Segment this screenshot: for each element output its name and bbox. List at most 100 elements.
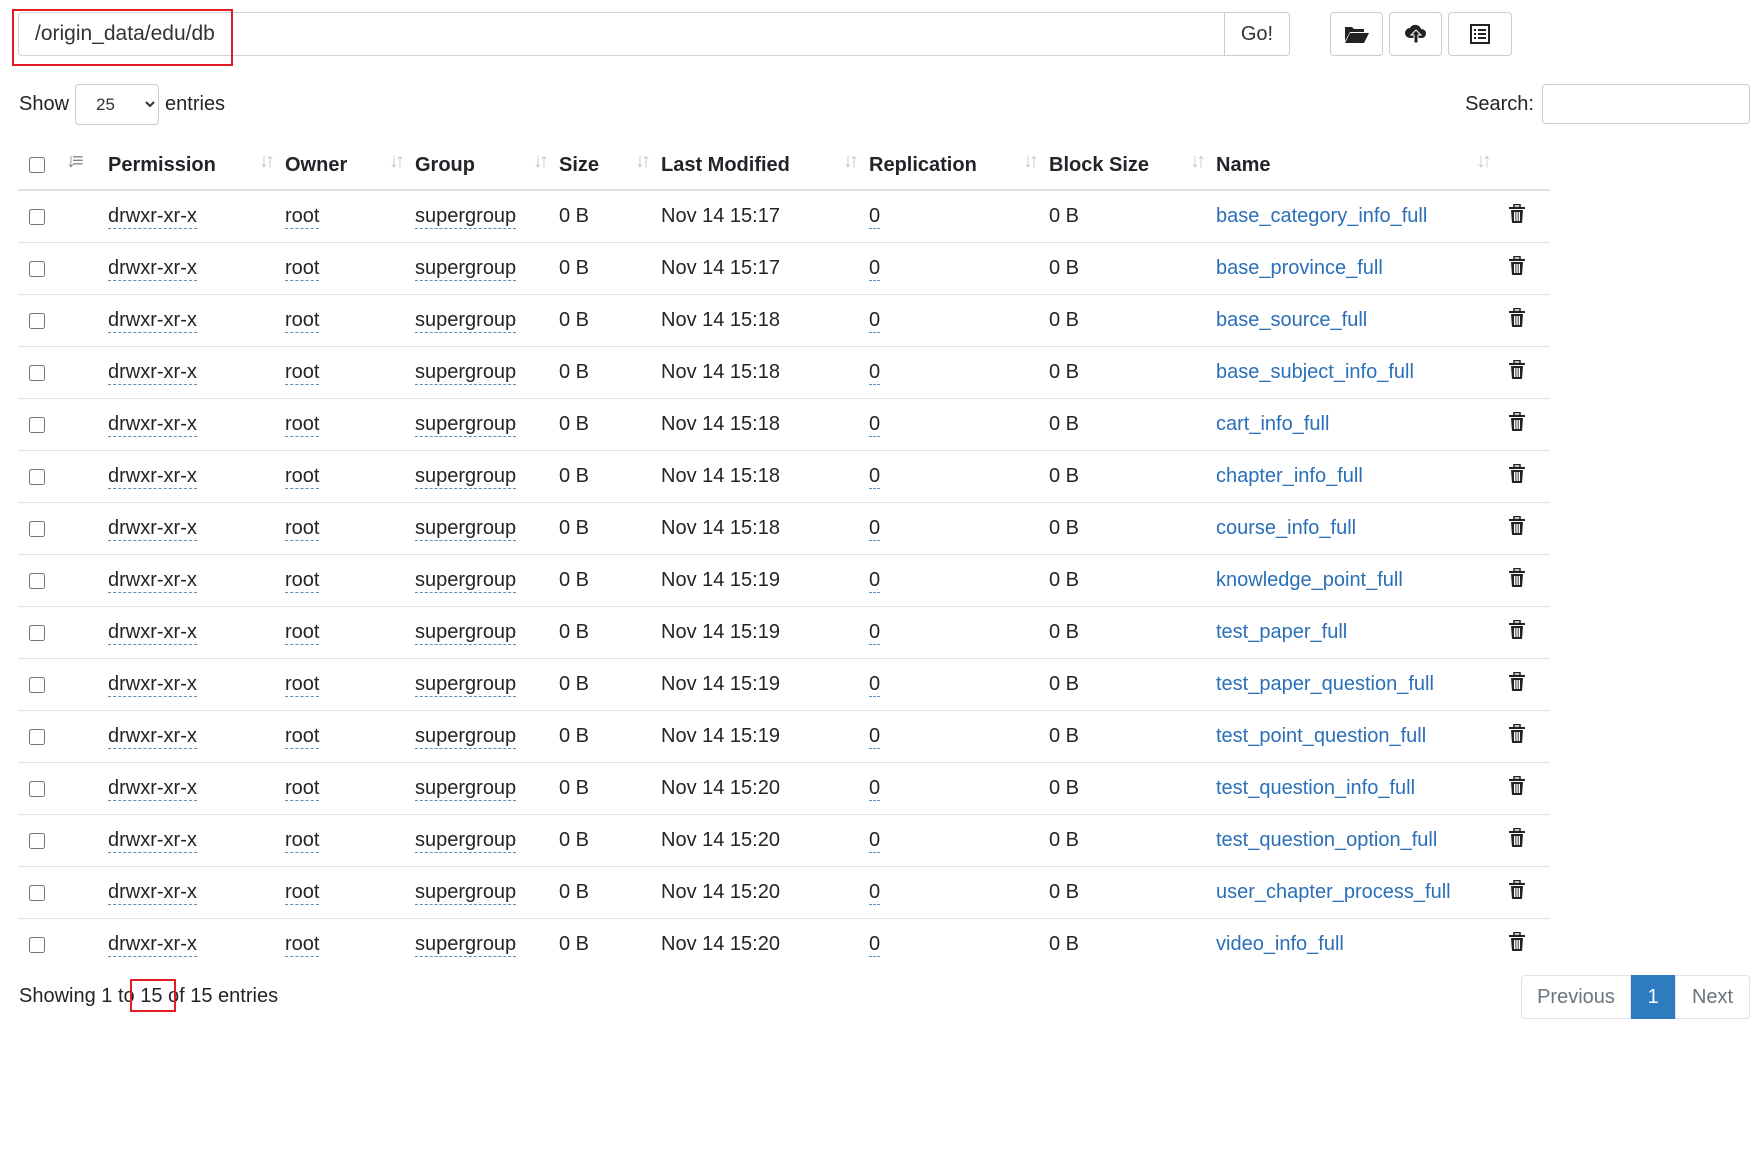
row-checkbox[interactable] <box>29 572 45 589</box>
group-value[interactable]: supergroup <box>415 309 517 333</box>
select-all-checkbox[interactable] <box>29 157 45 174</box>
owner-value[interactable]: root <box>285 777 320 801</box>
directory-link[interactable]: test_point_question_full <box>1216 725 1426 747</box>
permission-value[interactable]: drwxr-xr-x <box>108 205 197 229</box>
trash-icon[interactable] <box>1508 671 1526 698</box>
group-value[interactable]: supergroup <box>415 933 517 957</box>
trash-icon[interactable] <box>1508 931 1526 958</box>
row-checkbox[interactable] <box>29 624 45 641</box>
row-checkbox[interactable] <box>29 780 45 797</box>
row-checkbox[interactable] <box>29 832 45 849</box>
row-checkbox[interactable] <box>29 520 45 537</box>
column-header-group[interactable]: Group ↓↑ <box>415 141 559 191</box>
row-checkbox[interactable] <box>29 936 45 953</box>
replication-value[interactable]: 0 <box>869 257 881 281</box>
replication-value[interactable]: 0 <box>869 621 881 645</box>
sort-asc-icon[interactable]: ↓≡ <box>66 150 84 173</box>
permission-value[interactable]: drwxr-xr-x <box>108 413 197 437</box>
directory-link[interactable]: test_paper_question_full <box>1216 673 1434 695</box>
owner-value[interactable]: root <box>285 361 320 385</box>
search-input[interactable] <box>1542 84 1750 124</box>
trash-icon[interactable] <box>1508 619 1526 646</box>
trash-icon[interactable] <box>1508 255 1526 282</box>
trash-icon[interactable] <box>1508 775 1526 802</box>
permission-value[interactable]: drwxr-xr-x <box>108 881 197 905</box>
trash-icon[interactable] <box>1508 463 1526 490</box>
cut-paste-button[interactable] <box>1448 12 1512 56</box>
directory-link[interactable]: test_question_option_full <box>1216 829 1437 851</box>
owner-value[interactable]: root <box>285 465 320 489</box>
group-value[interactable]: supergroup <box>415 621 517 645</box>
permission-value[interactable]: drwxr-xr-x <box>108 673 197 697</box>
replication-value[interactable]: 0 <box>869 829 881 853</box>
column-header-owner[interactable]: Owner ↓↑ <box>285 141 415 191</box>
group-value[interactable]: supergroup <box>415 881 517 905</box>
owner-value[interactable]: root <box>285 725 320 749</box>
owner-value[interactable]: root <box>285 517 320 541</box>
owner-value[interactable]: root <box>285 257 320 281</box>
trash-icon[interactable] <box>1508 567 1526 594</box>
owner-value[interactable]: root <box>285 309 320 333</box>
directory-link[interactable]: base_source_full <box>1216 309 1367 331</box>
replication-value[interactable]: 0 <box>869 777 881 801</box>
directory-link[interactable]: knowledge_point_full <box>1216 569 1403 591</box>
row-checkbox[interactable] <box>29 312 45 329</box>
permission-value[interactable]: drwxr-xr-x <box>108 725 197 749</box>
permission-value[interactable]: drwxr-xr-x <box>108 309 197 333</box>
row-checkbox[interactable] <box>29 884 45 901</box>
directory-link[interactable]: user_chapter_process_full <box>1216 881 1451 903</box>
trash-icon[interactable] <box>1508 723 1526 750</box>
permission-value[interactable]: drwxr-xr-x <box>108 569 197 593</box>
row-checkbox[interactable] <box>29 364 45 381</box>
entries-per-page-select[interactable]: 25 <box>75 84 160 125</box>
replication-value[interactable]: 0 <box>869 569 881 593</box>
directory-link[interactable]: base_province_full <box>1216 257 1383 279</box>
path-input[interactable] <box>18 12 1224 56</box>
owner-value[interactable]: root <box>285 569 320 593</box>
group-value[interactable]: supergroup <box>415 673 517 697</box>
trash-icon[interactable] <box>1508 359 1526 386</box>
permission-value[interactable]: drwxr-xr-x <box>108 361 197 385</box>
group-value[interactable]: supergroup <box>415 361 517 385</box>
group-value[interactable]: supergroup <box>415 777 517 801</box>
trash-icon[interactable] <box>1508 827 1526 854</box>
owner-value[interactable]: root <box>285 621 320 645</box>
owner-value[interactable]: root <box>285 881 320 905</box>
trash-icon[interactable] <box>1508 879 1526 906</box>
row-checkbox[interactable] <box>29 260 45 277</box>
directory-link[interactable]: base_subject_info_full <box>1216 361 1414 383</box>
replication-value[interactable]: 0 <box>869 673 881 697</box>
permission-value[interactable]: drwxr-xr-x <box>108 829 197 853</box>
replication-value[interactable]: 0 <box>869 413 881 437</box>
next-page-button[interactable]: Next <box>1675 975 1750 1019</box>
trash-icon[interactable] <box>1508 411 1526 438</box>
permission-value[interactable]: drwxr-xr-x <box>108 933 197 957</box>
owner-value[interactable]: root <box>285 413 320 437</box>
replication-value[interactable]: 0 <box>869 361 881 385</box>
permission-value[interactable]: drwxr-xr-x <box>108 621 197 645</box>
replication-value[interactable]: 0 <box>869 517 881 541</box>
row-checkbox[interactable] <box>29 728 45 745</box>
group-value[interactable]: supergroup <box>415 257 517 281</box>
page-1-button[interactable]: 1 <box>1631 975 1675 1019</box>
replication-value[interactable]: 0 <box>869 933 881 957</box>
group-value[interactable]: supergroup <box>415 205 517 229</box>
column-header-name[interactable]: Name ↓↑ <box>1216 141 1502 191</box>
previous-page-button[interactable]: Previous <box>1521 975 1631 1019</box>
trash-icon[interactable] <box>1508 515 1526 542</box>
row-checkbox[interactable] <box>29 208 45 225</box>
owner-value[interactable]: root <box>285 673 320 697</box>
directory-link[interactable]: chapter_info_full <box>1216 465 1363 487</box>
group-value[interactable]: supergroup <box>415 829 517 853</box>
directory-link[interactable]: video_info_full <box>1216 933 1344 955</box>
group-value[interactable]: supergroup <box>415 413 517 437</box>
row-checkbox[interactable] <box>29 416 45 433</box>
trash-icon[interactable] <box>1508 203 1526 230</box>
group-value[interactable]: supergroup <box>415 517 517 541</box>
group-value[interactable]: supergroup <box>415 569 517 593</box>
column-header-permission[interactable]: Permission ↓↑ <box>108 141 285 191</box>
column-header-size[interactable]: Size ↓↑ <box>559 141 661 191</box>
replication-value[interactable]: 0 <box>869 725 881 749</box>
directory-link[interactable]: test_paper_full <box>1216 621 1347 643</box>
directory-link[interactable]: base_category_info_full <box>1216 205 1427 227</box>
